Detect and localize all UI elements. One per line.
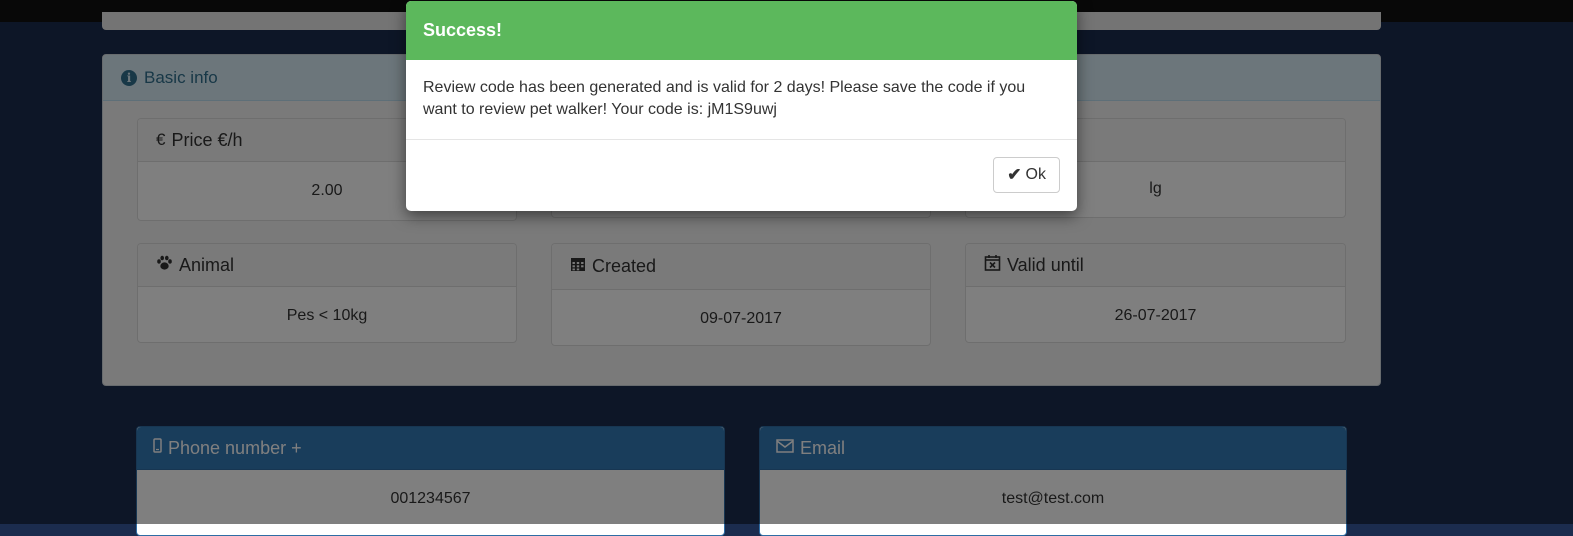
check-icon: ✔	[1007, 165, 1022, 184]
success-modal: Success! Review code has been generated …	[406, 1, 1077, 211]
ok-button-label: Ok	[1025, 166, 1046, 183]
modal-title: Success!	[423, 20, 503, 40]
ok-button[interactable]: ✔ Ok	[993, 157, 1060, 193]
modal-message: Review code has been generated and is va…	[406, 60, 1077, 140]
modal-header: Success!	[406, 1, 1077, 60]
modal-footer: ✔ Ok	[406, 140, 1077, 211]
